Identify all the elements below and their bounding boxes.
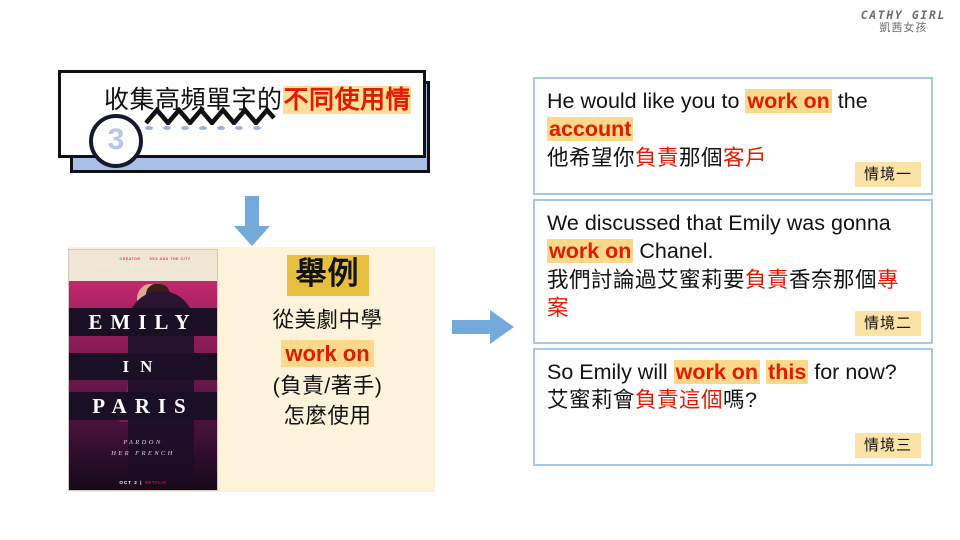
- card-chinese-sentence: 艾蜜莉會負責這個嗎?: [547, 387, 919, 415]
- card-english-keyword: work on: [673, 360, 761, 384]
- card-english-text: We discussed that Emily was gonna: [547, 211, 891, 235]
- card-english-keyword: this: [766, 360, 809, 384]
- card-english-sentence: He would like you to work on the account: [547, 87, 919, 144]
- poster-credit-creator: CREATOR: [119, 257, 141, 262]
- sentence-card-list: He would like you to work on the account…: [533, 77, 933, 470]
- card-chinese-text: 艾蜜莉會: [547, 388, 636, 413]
- poster-series-line: A NETFLIX ORIGINAL SERIES: [86, 262, 200, 268]
- card-chinese-text: 嗎?: [723, 388, 758, 413]
- down-arrow-icon: [234, 196, 270, 246]
- example-line-3: (負責/著手): [272, 374, 383, 399]
- step-badge: 3: [89, 114, 143, 168]
- slide-canvas: CATHY GIRL 凱茜女孩 收集高頻單字的不同使用情境 3: [0, 0, 960, 540]
- watermark-chinese: 凱茜女孩: [879, 22, 928, 35]
- sentence-card[interactable]: He would like you to work on the account…: [533, 77, 933, 195]
- card-situation-tag: 情境一: [854, 162, 921, 187]
- card-chinese-keyword: 負責這個: [635, 388, 724, 413]
- poster-title-line2: IN: [122, 356, 164, 376]
- poster-title-line3: PARIS: [92, 394, 194, 418]
- poster-top-credits: FROM THE CREATOR OF SEX AND THE CITY A N…: [74, 257, 212, 269]
- title-text: 收集高頻單字的不同使用情境: [104, 82, 434, 155]
- card-situation-tag: 情境三: [854, 433, 921, 458]
- title-block: 收集高頻單字的不同使用情境 3: [48, 55, 448, 180]
- poster-tagline-line1: PARDON: [123, 439, 163, 447]
- example-line-4: 怎麼使用: [283, 404, 372, 429]
- poster-credit-show: SEX AND THE CITY: [149, 257, 191, 262]
- card-situation-tag: 情境二: [854, 311, 921, 336]
- card-chinese-text: 我們討論過艾蜜莉要: [547, 267, 746, 292]
- card-english-text: for now?: [808, 360, 897, 384]
- card-chinese-keyword: 負責: [745, 267, 790, 292]
- poster-tagline: PARDON HER FRENCH: [69, 437, 217, 459]
- card-chinese-text: 香奈那個: [789, 267, 878, 292]
- card-english-text: the: [831, 89, 868, 113]
- emily-in-paris-poster: FROM THE CREATOR OF SEX AND THE CITY A N…: [68, 249, 218, 491]
- example-keyword-wrap: work on: [225, 339, 430, 369]
- card-english-keyword: work on: [547, 239, 634, 264]
- watermark-english: CATHY GIRL: [860, 8, 946, 22]
- example-text-column: 舉例 從美劇中學 work on (負責/著手) 怎麼使用: [225, 255, 430, 431]
- poster-credit-prefix: FROM THE: [95, 257, 120, 262]
- step-badge-number: 3: [107, 123, 125, 156]
- title-plain-text: 收集高頻單字的: [104, 86, 283, 114]
- watermark: CATHY GIRL 凱茜女孩: [861, 8, 946, 36]
- card-english-sentence: We discussed that Emily was gonna work o…: [547, 209, 919, 266]
- poster-footer-date: OCT 2: [119, 480, 141, 485]
- card-english-keyword: account: [547, 117, 634, 142]
- card-chinese-text: 他希望你: [547, 145, 636, 170]
- example-keyword: work on: [281, 339, 374, 367]
- sentence-card[interactable]: So Emily will work on this for now? 艾蜜莉會…: [533, 348, 933, 466]
- sentence-card[interactable]: We discussed that Emily was gonna work o…: [533, 199, 933, 344]
- card-chinese-keyword: 負責: [635, 145, 680, 170]
- poster-footer: OCT 2 | NETFLIX: [119, 480, 167, 485]
- card-chinese-text: 那個: [679, 145, 724, 170]
- poster-footer-brand: NETFLIX: [144, 480, 167, 485]
- card-chinese-keyword: 客戶: [723, 145, 768, 170]
- card-english-keyword: work on: [745, 89, 832, 113]
- right-arrow-icon: [452, 310, 514, 344]
- card-english-text: Chanel.: [633, 239, 714, 264]
- card-english-text: So Emily will: [547, 360, 674, 384]
- poster-title-line1: EMILY: [88, 310, 198, 334]
- card-english-text: He would like you to: [547, 89, 746, 113]
- poster-artwork: FROM THE CREATOR OF SEX AND THE CITY A N…: [69, 250, 217, 490]
- card-english-sentence: So Emily will work on this for now?: [547, 358, 919, 386]
- example-heading: 舉例: [286, 255, 369, 296]
- example-heading-wrap: 舉例: [225, 255, 430, 296]
- example-line-1: 從美劇中學: [272, 307, 383, 332]
- poster-tagline-line2: HER FRENCH: [111, 450, 175, 458]
